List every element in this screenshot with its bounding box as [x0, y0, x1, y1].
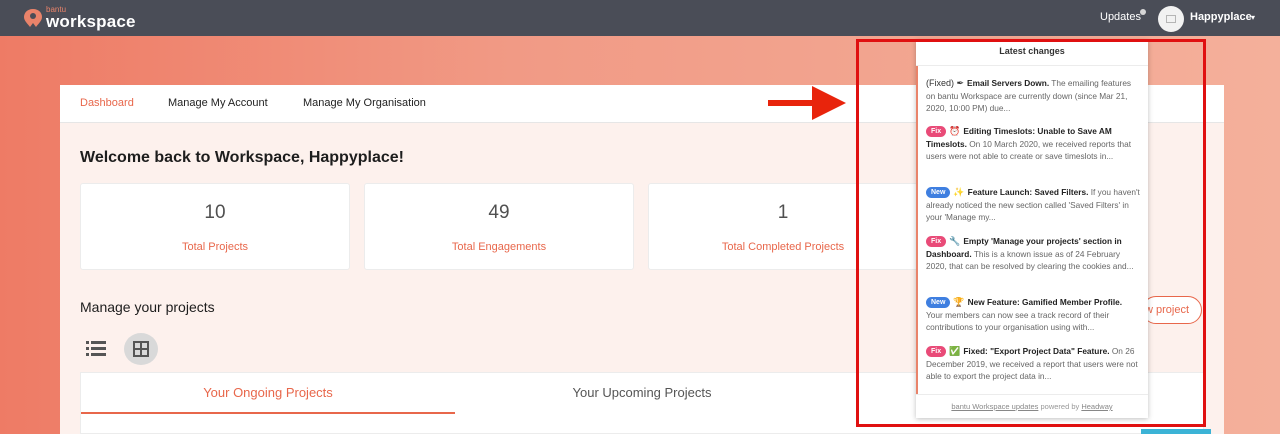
action-button[interactable]: [1141, 429, 1211, 434]
arrow-right-icon: [768, 86, 846, 120]
highlight-box: [856, 39, 1206, 427]
nav-manage-organisation[interactable]: Manage My Organisation: [303, 97, 426, 109]
image-placeholder-icon: [1166, 15, 1176, 23]
stat-label: Total Projects: [181, 241, 249, 253]
stat-label: Total Engagements: [451, 241, 547, 253]
section-title: Manage your projects: [80, 299, 215, 315]
updates-indicator: [1140, 9, 1146, 15]
active-tab-indicator: [81, 412, 455, 414]
page-title: Welcome back to Workspace, Happyplace!: [80, 149, 404, 166]
stat-card-projects: 10 Total Projects: [80, 183, 350, 270]
top-bar: bantu workspace Updates Happyplace ▾: [0, 0, 1280, 36]
list-view-icon[interactable]: [85, 337, 107, 359]
grid-icon: [133, 341, 149, 357]
stat-value: 49: [488, 202, 510, 223]
nav-dashboard[interactable]: Dashboard: [80, 97, 134, 109]
stat-value: 10: [204, 202, 226, 223]
avatar[interactable]: [1158, 6, 1184, 32]
nav-manage-account[interactable]: Manage My Account: [168, 97, 268, 109]
chevron-down-icon[interactable]: ▾: [1251, 13, 1255, 22]
stat-card-engagements: 49 Total Engagements: [364, 183, 634, 270]
logo-mark-icon: [24, 9, 42, 27]
tab-ongoing[interactable]: Your Ongoing Projects: [81, 385, 455, 400]
updates-link[interactable]: Updates: [1100, 11, 1141, 23]
brand-big: workspace: [46, 12, 136, 31]
tab-upcoming[interactable]: Your Upcoming Projects: [455, 385, 829, 400]
brand-logo[interactable]: bantu workspace: [22, 4, 142, 32]
username[interactable]: Happyplace: [1190, 11, 1252, 23]
grid-view-button[interactable]: [124, 333, 158, 365]
